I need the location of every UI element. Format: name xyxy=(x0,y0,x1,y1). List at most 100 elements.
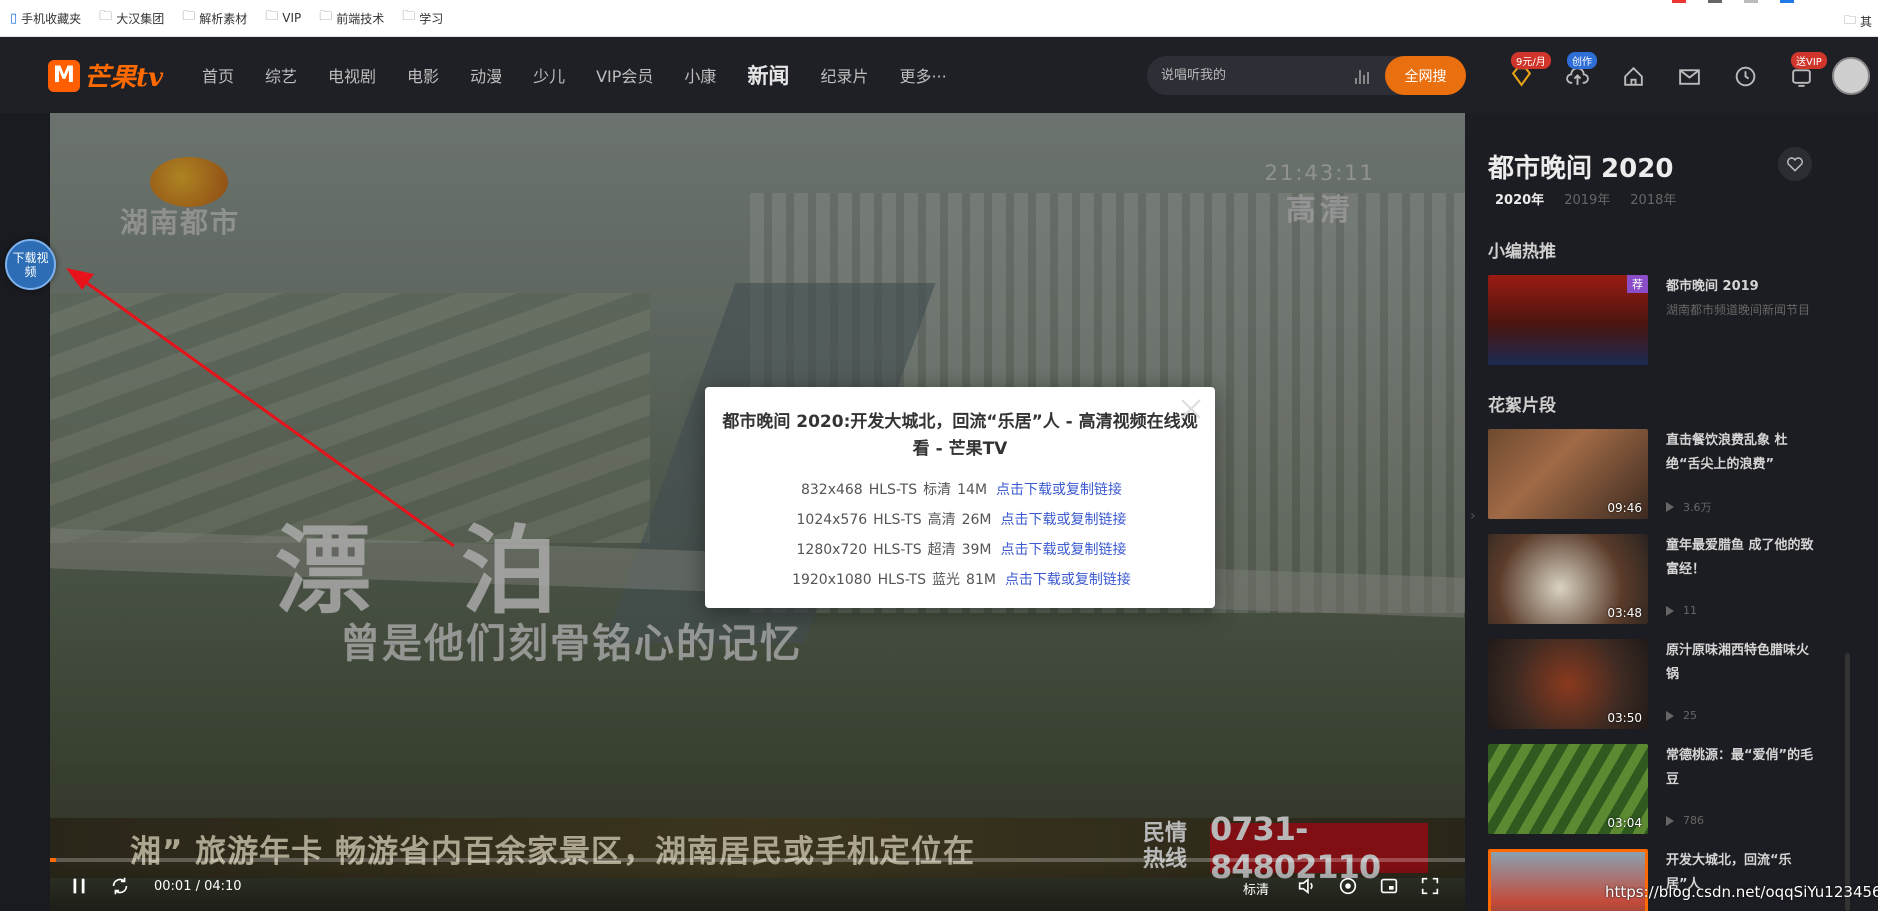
tab-2019[interactable]: 2019年 xyxy=(1564,189,1610,208)
vip-diamond-button[interactable]: 9元/月 xyxy=(1493,52,1551,94)
sidebar-scrollbar[interactable] xyxy=(1845,653,1850,911)
nav-xiaokang[interactable]: 小康 xyxy=(684,63,716,87)
play-icon xyxy=(1666,815,1674,826)
play-count: 786 xyxy=(1666,814,1704,827)
pause-icon xyxy=(73,878,85,894)
tab-2018[interactable]: 2018年 xyxy=(1630,189,1676,208)
mango-logo-mark: M xyxy=(48,59,80,92)
vip-gift-button[interactable]: 送VIP xyxy=(1773,52,1829,94)
loop-icon xyxy=(112,877,128,895)
nav-more[interactable]: 更多··· xyxy=(899,63,946,87)
nav-kids[interactable]: 少儿 xyxy=(533,63,565,87)
vip-badge: 送VIP xyxy=(1791,52,1827,69)
message-button[interactable] xyxy=(1661,58,1717,94)
volume-button[interactable] xyxy=(1296,875,1318,901)
card-subtitle: 湖南都市频道晚间新闻节目 xyxy=(1666,303,1811,317)
picture-in-picture-icon xyxy=(1380,878,1398,894)
card-title: 原汁原味湘西特色腊味火锅 xyxy=(1666,643,1810,682)
close-button[interactable] xyxy=(1177,395,1205,423)
download-link[interactable]: 点击下载或复制链接 xyxy=(1000,542,1126,558)
fullscreen-button[interactable] xyxy=(1419,875,1441,901)
price-badge: 9元/月 xyxy=(1511,52,1551,69)
pip-button[interactable] xyxy=(1378,875,1400,901)
download-link[interactable]: 点击下载或复制链接 xyxy=(1005,572,1131,588)
upload-button[interactable]: 创作 xyxy=(1549,52,1605,94)
danmaku-button[interactable] xyxy=(1337,875,1359,901)
close-icon xyxy=(1181,399,1201,419)
user-avatar[interactable] xyxy=(1832,57,1870,95)
play-icon xyxy=(1666,710,1674,721)
nav-vip[interactable]: VIP会员 xyxy=(596,63,653,87)
download-video-button[interactable]: 下载视频 xyxy=(5,239,56,290)
year-tabs: 2020年 2019年 2018年 xyxy=(1495,189,1696,208)
clip-card[interactable]: 03:04 常德桃源：最“爱俏”的毛豆 786 xyxy=(1488,744,1878,836)
clip-duration: 09:46 xyxy=(1607,501,1642,515)
loop-button[interactable] xyxy=(109,875,131,901)
play-icon xyxy=(1666,502,1674,512)
bookmark-folder-dahan[interactable]: 🗀 大汉集团 xyxy=(99,7,164,29)
thumbnail: 荐 xyxy=(1488,275,1648,365)
clip-card[interactable]: 03:48 童年最爱腊鱼 成了他的致富经！ 11 xyxy=(1488,534,1878,626)
thumbnail: 03:50 xyxy=(1488,639,1648,729)
search-input[interactable] xyxy=(1161,56,1331,95)
episode-sidebar: 都市晚间 2020 2020年 2019年 2018年 小编热推 荐 都市晚间 … xyxy=(1465,113,1878,911)
time-display: 00:01 / 04:10 xyxy=(154,879,242,894)
bookmark-mobile[interactable]: ▯ 手机收藏夹 xyxy=(10,10,81,27)
card-title: 童年最爱腊鱼 成了他的致富经！ xyxy=(1666,538,1814,577)
heart-plus-icon xyxy=(1787,157,1803,172)
nav-movie[interactable]: 电影 xyxy=(407,63,439,87)
play-count: 11 xyxy=(1666,604,1697,617)
logo-text: 芒果tv xyxy=(84,63,164,93)
main-nav: 首页 综艺 电视剧 电影 动漫 少儿 VIP会员 小康 新闻 纪录片 更多··· xyxy=(202,37,978,113)
bookmark-folder-vip[interactable]: 🗀 VIP xyxy=(265,7,301,29)
nav-home[interactable]: 首页 xyxy=(202,63,234,87)
history-button[interactable] xyxy=(1717,58,1773,94)
download-link[interactable]: 点击下载或复制链接 xyxy=(1000,512,1126,528)
clip-duration: 03:50 xyxy=(1607,711,1642,725)
section-recommend: 小编热推 xyxy=(1488,242,1556,262)
search-button[interactable]: 全网搜 xyxy=(1385,56,1466,95)
progress-bar[interactable] xyxy=(50,858,1465,862)
download-option-row: 1024x576 HLS-TS 高清 26M 点击下载或复制链接 xyxy=(796,512,1127,528)
pause-button[interactable] xyxy=(68,875,90,901)
voice-search-icon[interactable] xyxy=(1355,68,1371,84)
card-title: 常德桃源：最“爱俏”的毛豆 xyxy=(1666,748,1814,787)
favorite-button[interactable] xyxy=(1778,147,1812,181)
folder-icon: 🗀 xyxy=(99,9,113,24)
nav-variety[interactable]: 综艺 xyxy=(265,63,297,87)
series-title: 都市晚间 2020 xyxy=(1488,154,1674,184)
recommend-card[interactable]: 荐 都市晚间 2019 湖南都市频道晚间新闻节目 xyxy=(1488,275,1878,367)
fullscreen-icon xyxy=(1421,877,1439,895)
bookmark-folder-frontend[interactable]: 🗀 前端技术 xyxy=(319,7,384,29)
quality-selector[interactable]: 标清 xyxy=(1243,879,1269,898)
clip-card[interactable]: 03:50 原汁原味湘西特色腊味火锅 25 xyxy=(1488,639,1878,731)
bookmark-other[interactable]: 🗀 其 xyxy=(1844,11,1872,32)
nav-news[interactable]: 新闻 xyxy=(747,60,789,90)
phone-bookmark-icon: ▯ xyxy=(10,10,18,26)
download-option-row: 1920x1080 HLS-TS 蓝光 81M 点击下载或复制链接 xyxy=(792,572,1131,588)
clip-card[interactable]: 09:46 直击餐饮浪费乱象 杜绝“舌尖上的浪费” 3.6万 xyxy=(1488,429,1878,521)
card-title: 直击餐饮浪费乱象 杜绝“舌尖上的浪费” xyxy=(1666,433,1788,472)
tab-2020[interactable]: 2020年 xyxy=(1495,189,1544,208)
play-count: 3.6万 xyxy=(1666,499,1712,515)
site-header: M 芒果tv 首页 综艺 电视剧 电影 动漫 少儿 VIP会员 小康 新闻 纪录… xyxy=(0,37,1878,113)
play-count: 25 xyxy=(1666,709,1697,722)
bookmark-folder-parse[interactable]: 🗀 解析素材 xyxy=(182,7,247,29)
collapse-arrow-icon[interactable]: › xyxy=(1470,508,1476,524)
download-link[interactable]: 点击下载或复制链接 xyxy=(996,482,1122,498)
header-icons: 9元/月 创作 送VIP xyxy=(1493,52,1829,94)
thumbnail: 03:04 xyxy=(1488,744,1648,834)
home-button[interactable] xyxy=(1605,58,1661,94)
nav-tv[interactable]: 电视剧 xyxy=(328,63,376,87)
nav-anime[interactable]: 动漫 xyxy=(470,63,502,87)
clip-card-current[interactable]: 开发大城北，回流“乐居”人 xyxy=(1488,849,1878,911)
mango-logo[interactable]: M 芒果tv xyxy=(48,57,163,94)
search-box: 全网搜 xyxy=(1147,56,1466,95)
thumbnail: 09:46 xyxy=(1488,429,1648,519)
modal-title: 都市晚间 2020:开发大城北，回流“乐居”人 - 高清视频在线观看 - 芒果T… xyxy=(722,412,1198,459)
bookmark-folder-study[interactable]: 🗀 学习 xyxy=(402,7,443,29)
folder-icon: 🗀 xyxy=(265,9,279,24)
blog-watermark: https://blog.csdn.net/oqqSiYu123456 xyxy=(1605,883,1878,901)
nav-documentary[interactable]: 纪录片 xyxy=(820,63,868,87)
thumbnail: 03:48 xyxy=(1488,534,1648,624)
